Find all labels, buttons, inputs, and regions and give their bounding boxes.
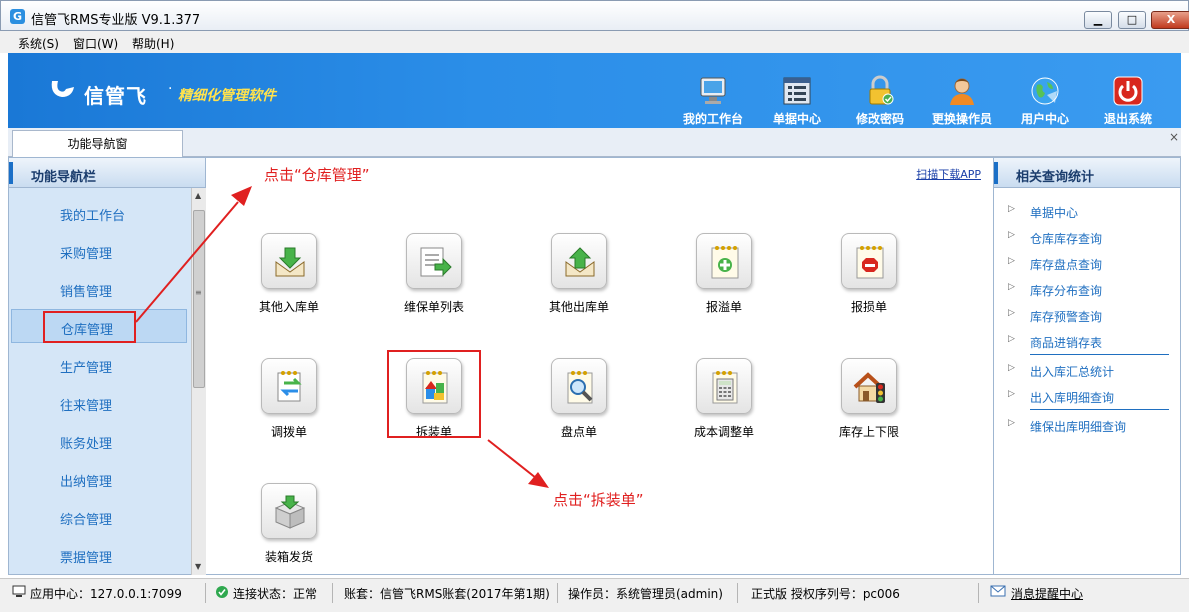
query-label: 出入库明细查询 <box>1030 391 1115 405</box>
query-stock-alert[interactable]: ▷ 库存预警查询 <box>1002 305 1172 327</box>
query-label: 出入库汇总统计 <box>1030 365 1115 379</box>
annotation-click-disassembly: 点击“拆装单” <box>553 491 644 509</box>
triangle-right-icon: ▷ <box>1008 204 1015 214</box>
connection-status: 连接状态：正常 <box>233 587 318 601</box>
license-info: 正式版 授权序列号：pc006 <box>751 587 900 601</box>
triangle-right-icon: ▷ <box>1008 282 1015 292</box>
divider <box>332 583 333 603</box>
message-center-link[interactable]: 消息提醒中心 <box>1011 585 1083 602</box>
query-stock-count[interactable]: ▷ 库存盘点查询 <box>1002 253 1172 275</box>
triangle-right-icon: ▷ <box>1008 308 1015 318</box>
annotation-click-warehouse: 点击“仓库管理” <box>264 166 370 184</box>
query-warehouse-stock[interactable]: ▷ 仓库库存查询 <box>1002 227 1172 249</box>
operator-info: 操作员：系统管理员(admin) <box>568 587 723 601</box>
query-document-center[interactable]: ▷ 单据中心 <box>1002 201 1172 223</box>
query-io-detail[interactable]: ▷ 出入库明细查询 <box>1002 386 1172 408</box>
divider <box>737 583 738 603</box>
arrow-head-1 <box>231 186 252 206</box>
query-stock-distribution[interactable]: ▷ 库存分布查询 <box>1002 279 1172 301</box>
triangle-right-icon: ▷ <box>1008 418 1015 428</box>
query-maintenance-outbound[interactable]: ▷ 维保出库明细查询 <box>1002 415 1172 437</box>
triangle-right-icon: ▷ <box>1008 230 1015 240</box>
query-label: 单据中心 <box>1030 206 1079 220</box>
right-panel-title: 相关查询统计 <box>1016 170 1095 185</box>
triangle-right-icon: ▷ <box>1008 389 1015 399</box>
query-io-summary[interactable]: ▷ 出入库汇总统计 <box>1002 360 1172 382</box>
arrow-line-2 <box>487 439 537 479</box>
divider <box>557 583 558 603</box>
right-panel-header: 相关查询统计 <box>994 158 1180 188</box>
divider <box>978 583 979 603</box>
connection-ok-icon <box>215 585 229 602</box>
right-panel: 相关查询统计 ▷ 单据中心 ▷ 仓库库存查询 ▷ 库存盘点查询 ▷ 库存分布查询 ▷ 库存… <box>993 157 1181 575</box>
query-label: 库存预警查询 <box>1030 310 1103 324</box>
triangle-right-icon: ▷ <box>1008 334 1015 344</box>
query-label: 库存盘点查询 <box>1030 258 1103 272</box>
triangle-right-icon: ▷ <box>1008 363 1015 373</box>
query-label: 库存分布查询 <box>1030 284 1103 298</box>
query-label: 维保出库明细查询 <box>1030 420 1127 434</box>
divider <box>1030 409 1169 410</box>
account-set: 账套：信管飞RMS账套(2017年第1期) <box>344 587 550 601</box>
divider <box>205 583 206 603</box>
status-bar: 应用中心：127.0.0.1:7099 连接状态：正常 账套：信管飞RMS账套(… <box>0 578 1189 612</box>
divider <box>1030 354 1169 355</box>
query-product-flow[interactable]: ▷ 商品进销存表 <box>1002 331 1172 353</box>
query-label: 仓库库存查询 <box>1030 232 1103 246</box>
arrow-line-1 <box>135 201 239 323</box>
app-center-icon <box>12 585 26 600</box>
mail-icon <box>990 585 1006 600</box>
app-center-status: 应用中心：127.0.0.1:7099 <box>30 587 182 601</box>
query-label: 商品进销存表 <box>1030 336 1103 350</box>
triangle-right-icon: ▷ <box>1008 256 1015 266</box>
